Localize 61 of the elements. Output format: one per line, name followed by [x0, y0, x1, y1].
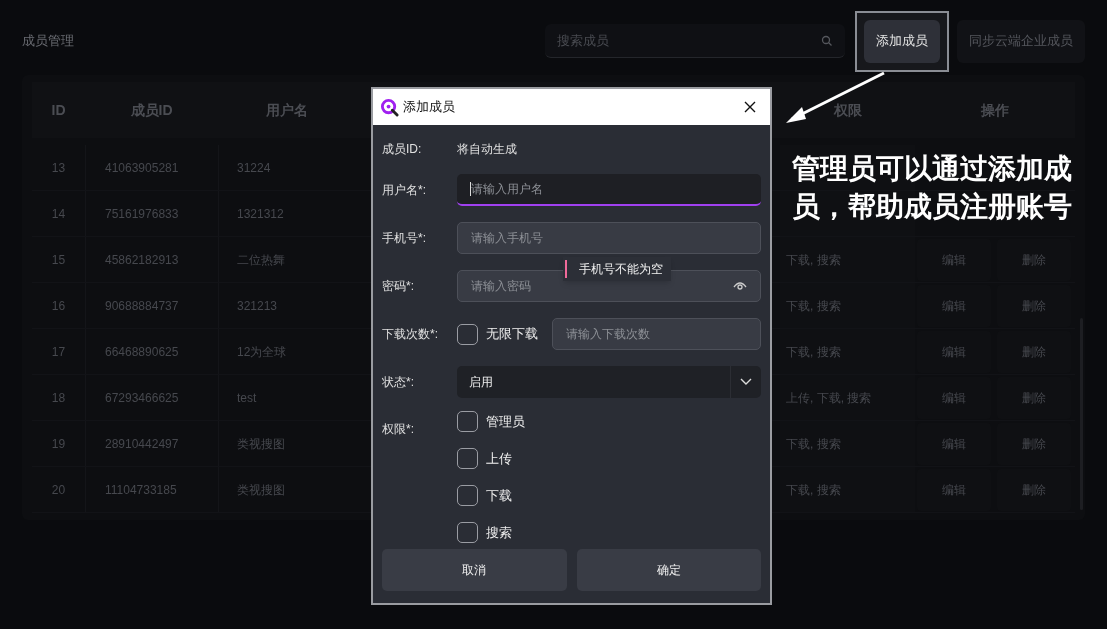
checkbox-label: 上传: [486, 449, 512, 468]
field-label: 密码*:: [382, 278, 415, 295]
chevron-down-icon: [740, 378, 752, 386]
dialog-title: 添加成员: [403, 98, 456, 117]
table-cell-text: 18: [51, 389, 66, 407]
table-cell-text: 17: [51, 343, 66, 361]
field-label: 权限*:: [382, 422, 414, 436]
table-cell-text: 类视搜图: [237, 481, 285, 499]
logo-icon: [380, 97, 399, 117]
checkbox-label: 无限下载: [486, 325, 538, 344]
add-member-button[interactable]: 添加成员: [864, 19, 940, 63]
table-cell-text: 45862182913: [105, 251, 179, 269]
checkbox-label: 下载: [486, 486, 512, 505]
column-header: 成员ID: [130, 100, 173, 120]
checkbox[interactable]: [457, 522, 478, 543]
cancel-button[interactable]: 取消: [382, 549, 567, 591]
field-label: 用户名*:: [382, 182, 427, 199]
status-select[interactable]: 启用: [457, 366, 761, 398]
table-cell-text: 75161976833: [105, 205, 179, 223]
table-cell-text: 31224: [237, 159, 271, 177]
table-cell-text: 16: [51, 297, 66, 315]
field-label: 下载次数*:: [382, 326, 439, 343]
table-cell-text: 15: [51, 251, 66, 269]
checkbox-label: 管理员: [486, 412, 525, 431]
checkbox[interactable]: [457, 485, 478, 506]
table-cell-text: 13: [51, 159, 66, 177]
table-cell-text: 90688884737: [105, 297, 179, 315]
column-header: 权限: [833, 100, 862, 120]
checkbox[interactable]: [457, 411, 478, 432]
input-field[interactable]: 请输入下载次数: [552, 318, 761, 350]
table-cell-text: 1321312: [237, 205, 284, 223]
table-cell-text: 321213: [237, 297, 278, 315]
input-field[interactable]: 请输入手机号: [457, 222, 761, 254]
table-cell-text: 19: [51, 435, 66, 453]
confirm-button[interactable]: 确定: [576, 549, 761, 591]
checkbox[interactable]: [457, 323, 478, 345]
table-cell-text: 14: [51, 205, 66, 223]
table-cell-text: 67293466625: [105, 389, 179, 407]
table-cell-text: 11104733185: [105, 481, 177, 499]
field-value: 将自动生成: [457, 141, 517, 158]
column-header: ID: [51, 100, 66, 120]
eye-icon[interactable]: [733, 281, 747, 291]
field-label: 成员ID:: [382, 141, 423, 158]
checkbox[interactable]: [457, 448, 478, 469]
input-field[interactable]: 请输入用户名: [457, 174, 761, 206]
error-tooltip: 手机号不能为空: [563, 257, 671, 281]
annotation-text: 管理员可以通过添加成员，帮助成员注册账号: [792, 152, 1073, 224]
column-header: 操作: [981, 100, 1009, 120]
column-header: 用户名: [265, 100, 308, 120]
table-cell-text: 41063905281: [105, 159, 179, 177]
table-cell-text: 66468890625: [105, 343, 179, 361]
table-cell-text: 28910442497: [105, 435, 179, 453]
table-cell-text: 类视搜图: [237, 435, 285, 453]
search-icon: [821, 34, 833, 47]
field-label: 手机号*:: [382, 230, 427, 247]
sync-button[interactable]: 同步云端企业成员: [957, 19, 1085, 63]
page-title: 成员管理: [22, 32, 74, 51]
table-cell-text: 20: [51, 481, 66, 499]
field-label: 状态*:: [382, 374, 415, 391]
checkbox-label: 搜索: [486, 523, 512, 542]
table-cell-text: test: [237, 389, 257, 407]
